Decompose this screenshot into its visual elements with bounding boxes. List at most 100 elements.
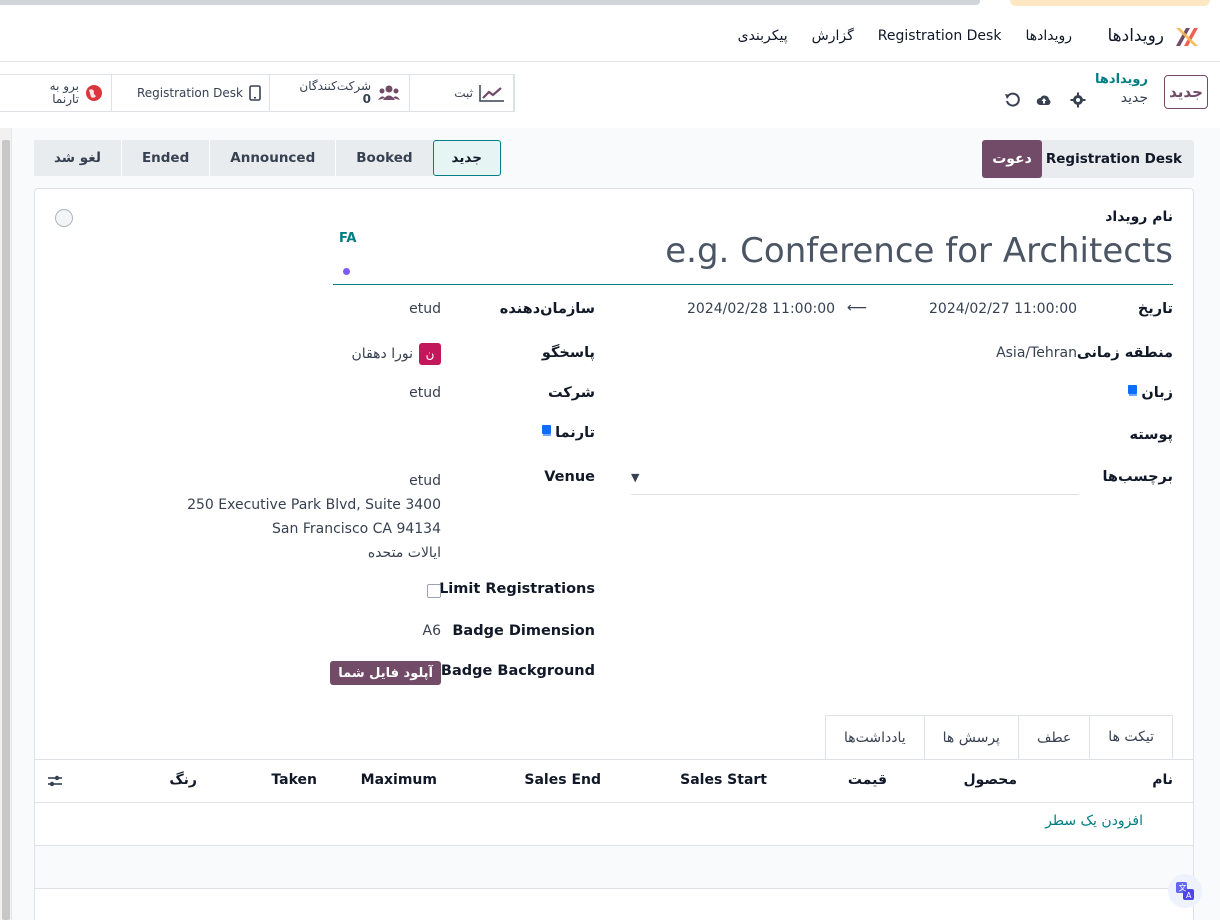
venue-line: San Francisco CA 94134: [272, 521, 441, 537]
tickets-table-header: نام محصول قیمت Sales Start Sales End Max…: [35, 759, 1193, 803]
stage-cancelled[interactable]: لغو شد: [34, 140, 121, 176]
kanban-state-circle[interactable]: [55, 209, 73, 227]
smart-button-website-sublabel: تارنما: [52, 92, 79, 106]
tab-tickets[interactable]: تیکت ها: [1089, 715, 1173, 759]
tags-input[interactable]: ▼: [631, 469, 1079, 495]
discard-icon[interactable]: [1004, 92, 1020, 108]
svg-text:A: A: [1186, 891, 1192, 900]
venue-line: etud: [409, 473, 441, 489]
control-panel: جدید رویدادها جدید برو به تارنما Registr…: [0, 62, 1220, 128]
stage-new[interactable]: جدید: [432, 140, 501, 176]
add-line-link[interactable]: افزودن یک سطر: [1045, 813, 1143, 829]
smart-button-box: برو به تارنما Registration Desk شرکت‌کنن…: [0, 74, 515, 112]
menu-configuration[interactable]: پیکربندی: [738, 28, 788, 44]
responsible-field[interactable]: ن نورا دهقان: [352, 343, 441, 365]
browser-top-strip: [0, 0, 1220, 12]
events-app-logo-icon[interactable]: [1174, 26, 1200, 48]
chart-line-icon: [479, 85, 504, 102]
event-name-label: نام رویداد: [1105, 209, 1173, 225]
company-value[interactable]: etud: [409, 385, 441, 401]
globe-icon: [86, 85, 102, 101]
stage-ended[interactable]: Ended: [121, 140, 210, 176]
main-navbar: رویدادها رویدادها Registration Desk گزار…: [0, 12, 1220, 62]
date-end[interactable]: 2024/02/28 11:00:00: [687, 301, 835, 317]
limit-registrations-label: Limit Registrations: [439, 581, 595, 597]
smart-button-registration-desk-label: Registration Desk: [136, 86, 243, 100]
timezone-value[interactable]: Asia/Tehran: [996, 345, 1077, 361]
column-sales-start[interactable]: Sales Start: [680, 772, 767, 788]
website-label: تارنما: [555, 425, 595, 441]
venue-address[interactable]: etud 250 Executive Park Blvd, Suite 3400…: [187, 469, 441, 565]
notebook-tabs: تیکت ها عطف پرسش ها یادداشت‌ها: [824, 715, 1173, 759]
column-price[interactable]: قیمت: [848, 772, 887, 788]
column-color[interactable]: رنگ: [169, 772, 197, 788]
stage-pipeline: لغو شد Ended Announced Booked جدید: [34, 140, 501, 176]
column-name[interactable]: نام: [1152, 772, 1173, 788]
invite-button[interactable]: دعوت: [982, 140, 1042, 178]
tab-communication[interactable]: عطف: [1017, 715, 1090, 759]
translate-icon[interactable]: 文 A: [1168, 874, 1202, 908]
organizer-label: سازمان‌دهنده: [499, 301, 595, 317]
smart-button-website[interactable]: برو به تارنما: [0, 75, 112, 111]
timezone-label: منطقه زمانی: [1076, 345, 1173, 361]
stage-booked[interactable]: Booked: [336, 140, 433, 176]
template-label: پوسته: [1129, 427, 1173, 443]
menu-registration-desk[interactable]: Registration Desk: [878, 28, 1002, 44]
caret-down-icon: ▼: [631, 471, 640, 484]
app-name[interactable]: رویدادها: [1107, 26, 1164, 46]
arrow-right-icon: ⟵: [847, 300, 868, 316]
menu-events[interactable]: رویدادها: [1025, 28, 1072, 44]
users-icon: [378, 85, 400, 100]
smart-button-attendees-label: شرکت‌کنندگان: [299, 79, 371, 93]
date-start[interactable]: 2024/02/27 11:00:00: [929, 301, 1077, 317]
page-scrollbar[interactable]: [0, 128, 12, 920]
new-button[interactable]: جدید: [1164, 75, 1208, 109]
responsible-value: نورا دهقان: [351, 346, 413, 362]
registration-desk-button[interactable]: Registration Desk: [1033, 140, 1194, 178]
date-label: تاریخ: [1137, 301, 1173, 317]
venue-label: Venue: [544, 469, 595, 485]
language-field: زبان: [1128, 385, 1173, 401]
limit-registrations-checkbox[interactable]: [427, 584, 441, 598]
book-icon: [1128, 385, 1138, 396]
language-code[interactable]: FA: [339, 231, 356, 246]
smart-button-registrations-label: ثبت: [454, 86, 473, 100]
cloud-upload-icon[interactable]: [1036, 92, 1052, 108]
tags-label: برچسب‌ها: [1102, 469, 1173, 485]
column-maximum[interactable]: Maximum: [361, 772, 437, 788]
venue-line: ایالات متحده: [367, 545, 441, 561]
stage-announced[interactable]: Announced: [210, 140, 336, 176]
column-sales-end[interactable]: Sales End: [524, 772, 601, 788]
smart-button-registrations[interactable]: ثبت: [410, 75, 514, 111]
gear-icon[interactable]: [1070, 92, 1086, 108]
statusbar: لغو شد Ended Announced Booked جدید Regis…: [34, 140, 1194, 178]
event-name-placeholder: e.g. Conference for Architects: [665, 231, 1173, 271]
venue-line: 250 Executive Park Blvd, Suite 3400: [187, 497, 441, 513]
language-label: زبان: [1141, 385, 1173, 401]
tab-notes[interactable]: یادداشت‌ها: [824, 715, 924, 759]
organizer-value[interactable]: etud: [409, 301, 441, 317]
table-row: [35, 845, 1193, 889]
event-name-field[interactable]: e.g. Conference for Architects FA: [333, 227, 1173, 285]
book-icon: [542, 425, 552, 436]
avatar: ن: [419, 343, 441, 365]
tab-questions[interactable]: پرسش ها: [923, 715, 1018, 759]
column-product[interactable]: محصول: [964, 772, 1017, 788]
breadcrumb-current: جدید: [1120, 90, 1148, 106]
breadcrumb-parent[interactable]: رویدادها: [1095, 72, 1148, 87]
mobile-icon: [249, 85, 261, 101]
column-taken[interactable]: Taken: [271, 772, 317, 788]
upload-file-button[interactable]: آپلود فایل شما: [330, 661, 441, 685]
translation-dot-icon: [343, 268, 350, 275]
smart-button-attendees-count: 0: [362, 92, 371, 106]
optional-columns-icon[interactable]: [47, 774, 63, 788]
badge-background-label: Badge Background: [440, 663, 595, 679]
website-field: تارنما: [542, 425, 595, 441]
menu-reporting[interactable]: گزارش: [812, 28, 854, 44]
badge-dimension-value[interactable]: A6: [423, 623, 441, 639]
form-sheet: نام رویداد e.g. Conference for Architect…: [34, 188, 1194, 920]
smart-button-registration-desk[interactable]: Registration Desk: [112, 75, 270, 111]
company-label: شرکت: [547, 385, 595, 401]
smart-button-attendees[interactable]: شرکت‌کنندگان 0: [270, 75, 410, 111]
responsible-label: پاسخگو: [541, 345, 595, 361]
